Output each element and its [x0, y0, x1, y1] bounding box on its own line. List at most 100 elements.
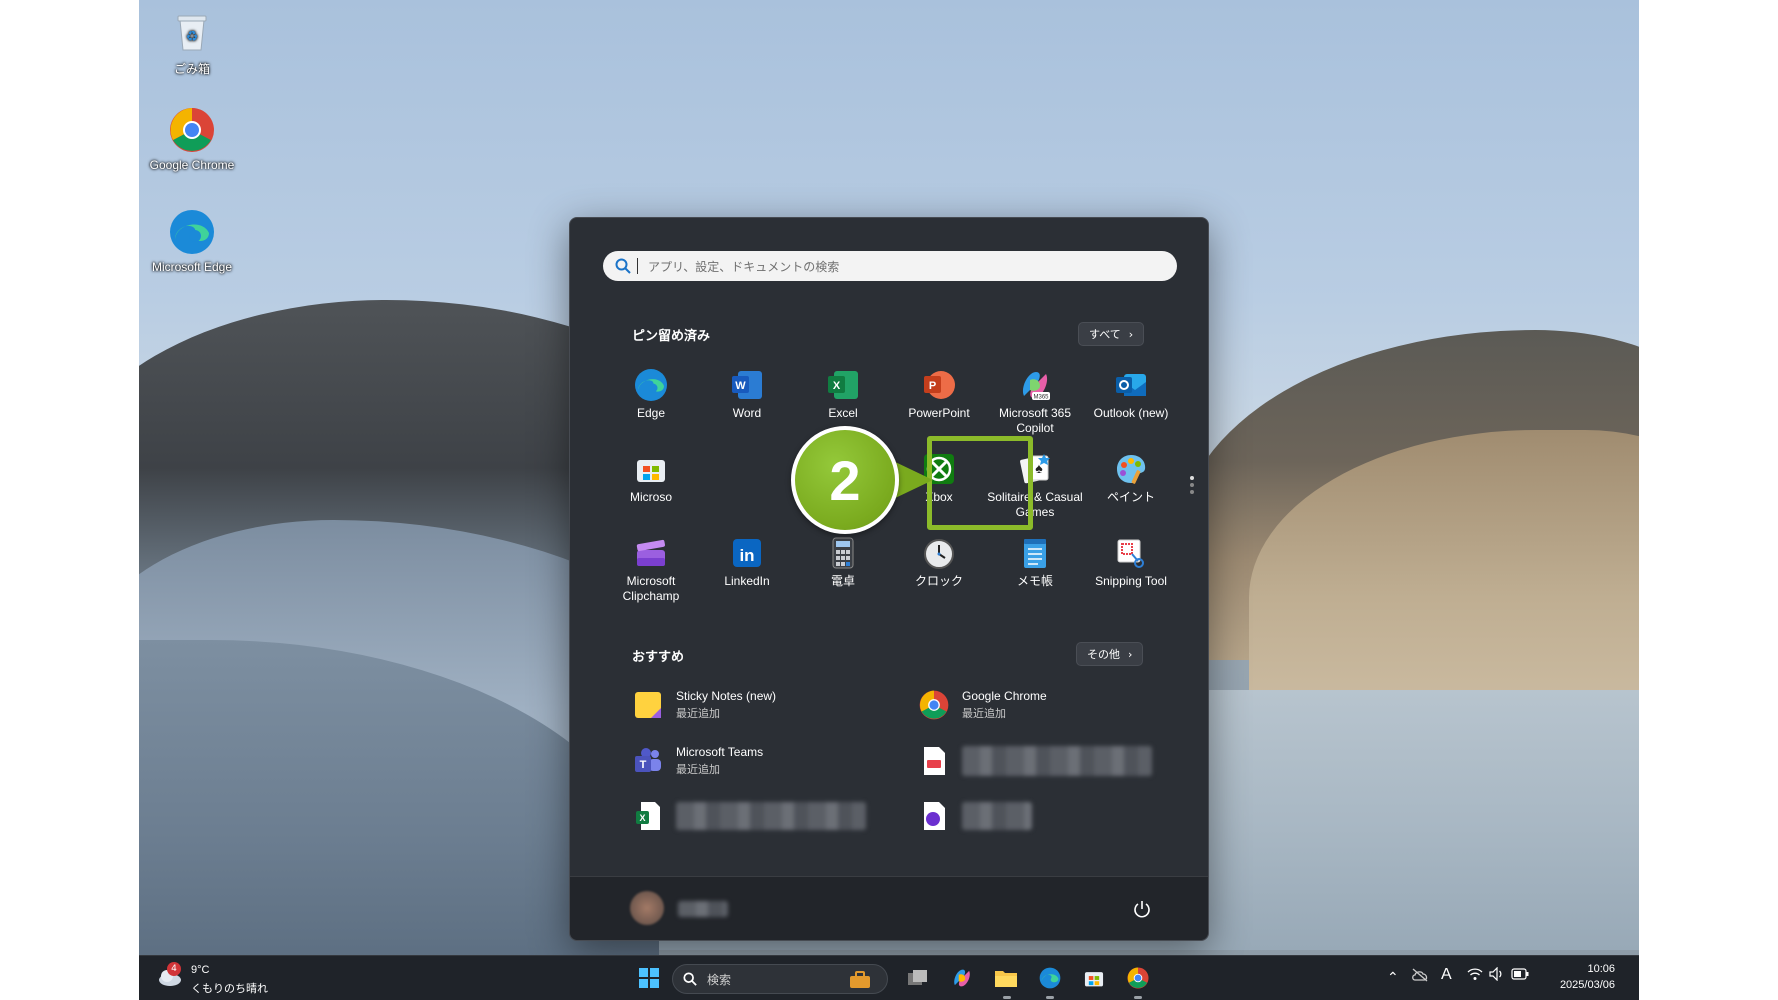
ime-indicator[interactable]: A [1441, 966, 1452, 984]
onedrive-icon[interactable] [1411, 968, 1429, 985]
app-label: Microso [629, 490, 672, 504]
pinned-app-calculator[interactable]: 電卓 [795, 536, 891, 589]
more-button[interactable]: その他 › [1076, 642, 1144, 666]
pinned-app-m365-copilot[interactable]: M365 Microsoft 365 Copilot [987, 368, 1083, 436]
svg-text:M365: M365 [1033, 395, 1049, 401]
excel-icon: X [826, 368, 860, 402]
edge-icon [634, 368, 668, 402]
pinned-app-powerpoint[interactable]: P PowerPoint [891, 368, 987, 421]
recommended-subtitle: 最近追加 [962, 708, 1006, 720]
snipping-tool-icon [1114, 536, 1148, 570]
chrome-icon [168, 106, 216, 154]
svg-text:in: in [739, 546, 754, 565]
svg-text:W: W [735, 380, 746, 392]
step-callout: 2 [791, 426, 899, 534]
svg-text:X: X [833, 380, 841, 392]
desktop-icon-label: Google Chrome [149, 158, 235, 172]
pinned-app-outlook[interactable]: Outlook (new) [1083, 368, 1179, 421]
start-menu: アプリ、設定、ドキュメントの検索 ピン留め済み すべて › Edge W Wor… [569, 217, 1209, 941]
running-indicator [1046, 996, 1054, 999]
app-label: Outlook (new) [1093, 406, 1169, 420]
svg-text:♻: ♻ [186, 29, 199, 45]
outlook-icon [1114, 368, 1148, 402]
file-explorer-icon[interactable] [991, 963, 1021, 993]
battery-icon[interactable] [1511, 968, 1529, 983]
power-icon[interactable] [1132, 899, 1152, 919]
app-label: Edge [636, 406, 666, 420]
wifi-icon[interactable] [1467, 967, 1483, 984]
pinned-app-snipping-tool[interactable]: Snipping Tool [1083, 536, 1179, 589]
word-icon: W [730, 368, 764, 402]
all-apps-button[interactable]: すべて › [1078, 322, 1145, 346]
taskbar: 4 9°C くもりのち晴れ 検索 ⌃ A 10:06 2025/03/06 [139, 955, 1639, 1000]
recommended-item-redacted[interactable] [918, 800, 1032, 832]
svg-text:P: P [929, 380, 936, 392]
windows-start-button[interactable] [634, 963, 664, 993]
pinned-app-paint[interactable]: ペイント [1083, 452, 1179, 505]
pinned-app-clipchamp[interactable]: Microsoft Clipchamp [603, 536, 699, 604]
recommended-title-text: Microsoft Teams [676, 745, 764, 759]
pinned-app-clock[interactable]: クロック [891, 536, 987, 589]
page-indicator[interactable] [1190, 476, 1194, 494]
pinned-app-linkedin[interactable]: in LinkedIn [699, 536, 795, 589]
edge-icon[interactable] [1035, 963, 1065, 993]
app-label: 電卓 [830, 574, 855, 588]
desktop-icon-chrome[interactable]: Google Chrome [142, 106, 242, 172]
running-indicator [1134, 996, 1142, 999]
notification-badge: 4 [167, 962, 181, 976]
pinned-app-edge[interactable]: Edge [603, 368, 699, 421]
chrome-icon[interactable] [1123, 963, 1153, 993]
redacted-text [962, 746, 1152, 776]
taskbar-search-box[interactable]: 検索 [672, 964, 888, 994]
app-label: Microsoft 365 Copilot [998, 406, 1072, 435]
start-search-input[interactable]: アプリ、設定、ドキュメントの検索 [603, 251, 1177, 281]
start-footer [570, 876, 1208, 940]
app-label: Word [732, 406, 762, 420]
pinned-app-microsoft-store[interactable]: Microso [603, 452, 699, 505]
task-view-icon[interactable] [903, 963, 933, 993]
recommended-item-redacted[interactable]: X [632, 800, 866, 832]
pinned-app-word[interactable]: W Word [699, 368, 795, 421]
search-icon [683, 972, 697, 986]
clock-time[interactable]: 10:06 [1567, 963, 1615, 975]
briefcase-icon [849, 971, 871, 992]
settings-highlight-box [927, 436, 1033, 530]
excel-file-icon: X [632, 800, 664, 832]
search-placeholder: アプリ、設定、ドキュメントの検索 [648, 259, 840, 274]
clock-date[interactable]: 2025/03/06 [1539, 979, 1615, 991]
weather-desc[interactable]: くもりのち晴れ [191, 980, 268, 996]
microsoft-store-icon[interactable] [1079, 963, 1109, 993]
teams-icon: T [632, 745, 664, 777]
copilot-icon[interactable] [947, 963, 977, 993]
recycle-bin-icon: ♻ [168, 8, 216, 56]
desktop: ♻ ごみ箱 Google Chrome Microsoft Edge アプリ、設… [139, 0, 1639, 1000]
avatar[interactable] [630, 891, 664, 925]
recommended-title-text: Google Chrome [962, 689, 1047, 703]
chevron-up-icon[interactable]: ⌃ [1387, 969, 1399, 986]
all-apps-label: すべて [1089, 328, 1121, 341]
recommended-item-redacted[interactable] [918, 745, 1152, 777]
recommended-item[interactable]: Google Chrome 最近追加 [918, 689, 1047, 721]
redacted-user-name [678, 901, 728, 917]
svg-text:T: T [640, 759, 647, 771]
app-label: メモ帳 [1016, 574, 1053, 588]
sticky-notes-icon [632, 689, 664, 721]
pinned-title: ピン留め済み [632, 329, 711, 344]
pinned-app-notepad[interactable]: メモ帳 [987, 536, 1083, 589]
text-caret [637, 258, 638, 274]
desktop-icon-label: Microsoft Edge [151, 260, 233, 274]
volume-icon[interactable] [1489, 966, 1505, 984]
recommended-item[interactable]: Sticky Notes (new) 最近追加 [632, 689, 776, 721]
desktop-icon-edge[interactable]: Microsoft Edge [142, 208, 242, 274]
pinned-app-excel[interactable]: X Excel [795, 368, 891, 421]
app-label: LinkedIn [724, 574, 770, 588]
app-label: Snipping Tool [1095, 574, 1167, 588]
desktop-icon-recycle-bin[interactable]: ♻ ごみ箱 [142, 8, 242, 77]
more-label: その他 [1087, 648, 1120, 661]
paint-icon [1114, 452, 1148, 486]
redacted-text [962, 802, 1032, 830]
weather-temp[interactable]: 9°C [191, 964, 209, 976]
recommended-title-text: Sticky Notes (new) [676, 689, 777, 703]
app-label: Microsoft Clipchamp [622, 574, 680, 603]
recommended-item[interactable]: T Microsoft Teams 最近追加 [632, 745, 763, 777]
